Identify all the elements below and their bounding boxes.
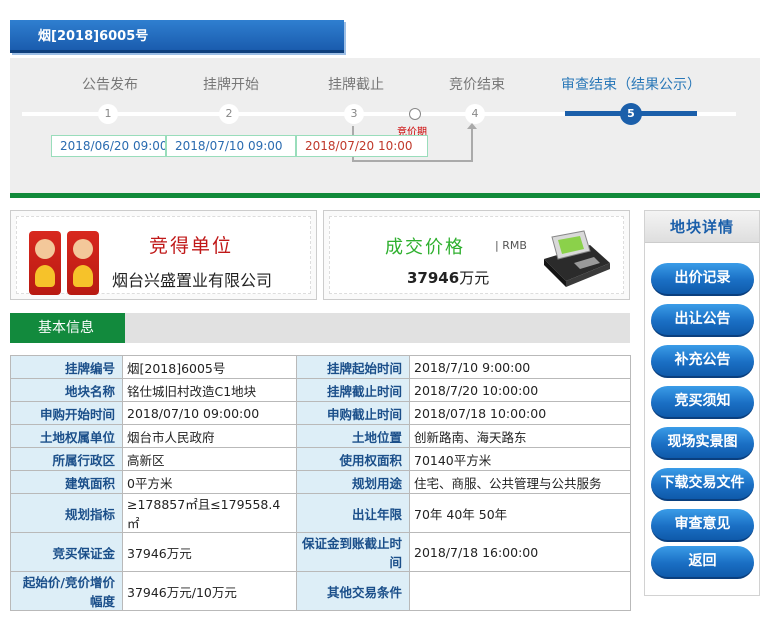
table-value: 70140平方米 <box>409 447 631 471</box>
sidebar-title: 地块详情 <box>645 211 759 243</box>
bid-record-button[interactable]: 出价记录 <box>651 263 754 296</box>
step-label-review-end: 审查结束（结果公示） <box>561 77 701 93</box>
table-label: 起始价/竞价增价幅度 <box>10 571 123 611</box>
mascot-icon <box>29 231 61 295</box>
table-label: 规划指标 <box>10 493 123 533</box>
table-label: 挂牌编号 <box>10 355 123 379</box>
table-row: 申购开始时间 2018/07/10 09:00:00 申购截止时间 2018/0… <box>10 401 631 425</box>
table-row: 所属行政区 高新区 使用权面积 70140平方米 <box>10 447 631 471</box>
step-node-1: 1 <box>98 104 118 124</box>
date-listing-start: 2018/07/10 09:00 <box>166 135 296 157</box>
bid-period-node <box>409 108 421 120</box>
price-unit: 万元 <box>459 269 490 287</box>
table-value: 铭仕城旧村改造C1地块 <box>122 378 297 402</box>
table-row: 建筑面积 0平方米 规划用途 住宅、商服、公共管理与公共服务 <box>10 470 631 494</box>
step-node-4: 4 <box>465 104 485 124</box>
table-value <box>409 571 631 611</box>
table-label: 其他交易条件 <box>296 571 410 611</box>
currency-text: RMB <box>502 239 527 252</box>
table-label: 申购开始时间 <box>10 401 123 425</box>
table-label: 土地权属单位 <box>10 424 123 448</box>
step-node-3: 3 <box>344 104 364 124</box>
table-value: 2018/7/20 10:00:00 <box>409 378 631 402</box>
step-node-5: 5 <box>620 103 642 125</box>
table-row: 竞买保证金 37946万元 保证金到账截止时间 2018/7/18 16:00:… <box>10 532 631 572</box>
table-value: 高新区 <box>122 447 297 471</box>
table-row: 地块名称 铭仕城旧村改造C1地块 挂牌截止时间 2018/7/20 10:00:… <box>10 378 631 402</box>
table-value: 2018/07/18 10:00:00 <box>409 401 631 425</box>
divider-line <box>10 193 760 198</box>
table-label: 地块名称 <box>10 378 123 402</box>
step-label-announce: 公告发布 <box>82 77 138 93</box>
sidebar-panel: 地块详情 出价记录 出让公告 补充公告 竞买须知 现场实景图 下载交易文件 审查… <box>644 210 760 596</box>
winner-card: 竞得单位 烟台兴盛置业有限公司 <box>10 210 317 300</box>
date-announce: 2018/06/20 09:00 <box>51 135 166 157</box>
table-label: 规划用途 <box>296 470 410 494</box>
review-opinion-button[interactable]: 审查意见 <box>651 509 754 542</box>
bidding-instructions-button[interactable]: 竞买须知 <box>651 386 754 419</box>
back-button[interactable]: 返回 <box>651 546 754 579</box>
table-value: 37946万元 <box>122 532 297 572</box>
table-label: 申购截止时间 <box>296 401 410 425</box>
step-label-bidding-end: 竞价结束 <box>449 77 505 93</box>
table-label: 出让年限 <box>296 493 410 533</box>
date-listing-end: 2018/07/20 10:00 <box>296 135 428 157</box>
step-label-listing-start: 挂牌开始 <box>203 77 259 93</box>
table-value: 37946万元/10万元 <box>122 571 297 611</box>
table-value: 0平方米 <box>122 470 297 494</box>
table-label: 建筑面积 <box>10 470 123 494</box>
table-value: ≥178857㎡且≤179558.4㎡ <box>122 493 297 533</box>
table-label: 挂牌截止时间 <box>296 378 410 402</box>
site-photos-button[interactable]: 现场实景图 <box>651 427 754 460</box>
table-label: 土地位置 <box>296 424 410 448</box>
table-row: 土地权属单位 烟台市人民政府 土地位置 创新路南、海天路东 <box>10 424 631 448</box>
table-value: 烟[2018]6005号 <box>122 355 297 379</box>
pos-machine-icon <box>544 230 610 287</box>
info-table: 挂牌编号 烟[2018]6005号 挂牌起始时间 2018/7/10 9:00:… <box>10 355 631 611</box>
section-title: 基本信息 <box>10 313 125 343</box>
price-title: 成交价格 <box>385 237 465 258</box>
price-card: 成交价格 | RMB 37946万元 <box>323 210 630 300</box>
table-label: 使用权面积 <box>296 447 410 471</box>
price-amount: 37946 <box>407 269 460 287</box>
price-value: 37946万元 <box>407 267 489 288</box>
table-label: 所属行政区 <box>10 447 123 471</box>
currency-label: | RMB <box>495 239 527 252</box>
table-value: 烟台市人民政府 <box>122 424 297 448</box>
table-value: 住宅、商服、公共管理与公共服务 <box>409 470 631 494</box>
table-value: 创新路南、海天路东 <box>409 424 631 448</box>
table-row: 起始价/竞价增价幅度 37946万元/10万元 其他交易条件 <box>10 571 631 611</box>
winner-title: 竞得单位 <box>149 235 234 257</box>
table-value: 2018/07/10 09:00:00 <box>122 401 297 425</box>
table-row: 挂牌编号 烟[2018]6005号 挂牌起始时间 2018/7/10 9:00:… <box>10 355 631 379</box>
download-files-button[interactable]: 下载交易文件 <box>651 468 754 501</box>
step-node-2: 2 <box>219 104 239 124</box>
supplement-notice-button[interactable]: 补充公告 <box>651 345 754 378</box>
arrow-up-icon <box>467 123 477 129</box>
page-title: 烟[2018]6005号 <box>10 20 344 53</box>
winner-name: 烟台兴盛置业有限公司 <box>112 271 273 290</box>
mascot-icon <box>67 231 99 295</box>
step-label-listing-end: 挂牌截止 <box>328 77 384 93</box>
table-label: 挂牌起始时间 <box>296 355 410 379</box>
transfer-notice-button[interactable]: 出让公告 <box>651 304 754 337</box>
table-value: 2018/7/10 9:00:00 <box>409 355 631 379</box>
table-value: 70年 40年 50年 <box>409 493 631 533</box>
price-card-inner: 成交价格 | RMB 37946万元 <box>329 216 624 294</box>
table-row: 规划指标 ≥178857㎡且≤179558.4㎡ 出让年限 70年 40年 50… <box>10 493 631 533</box>
table-value: 2018/7/18 16:00:00 <box>409 532 631 572</box>
winner-card-inner: 竞得单位 烟台兴盛置业有限公司 <box>16 216 311 295</box>
table-label: 竞买保证金 <box>10 532 123 572</box>
table-label: 保证金到账截止时间 <box>296 532 410 572</box>
